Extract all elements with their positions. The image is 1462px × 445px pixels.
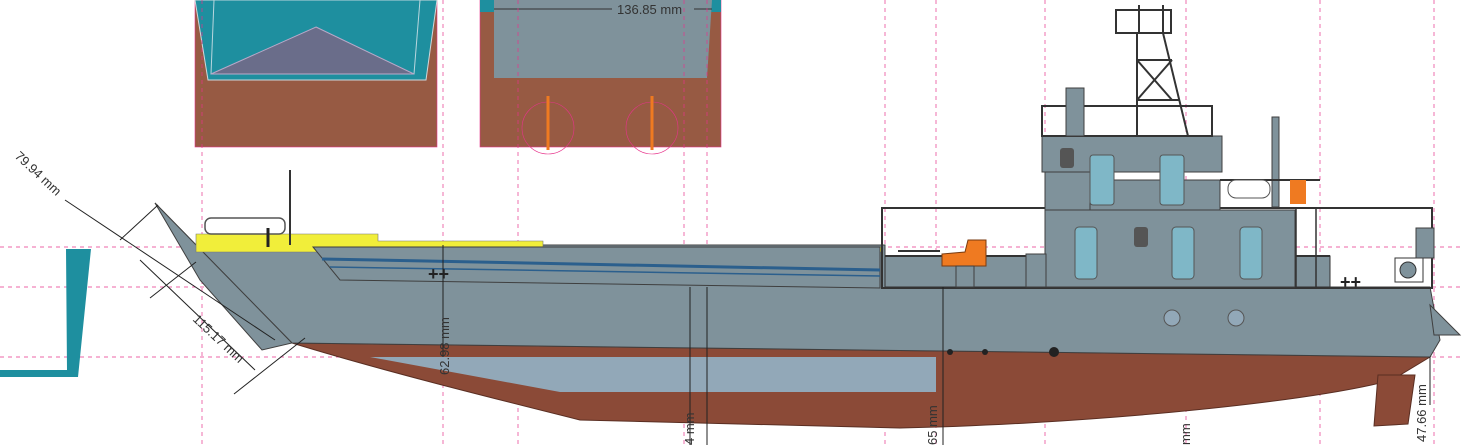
orange-locker — [1290, 180, 1306, 204]
stern-fitting — [1429, 303, 1462, 336]
top-width-dimension: 136.85 mm — [617, 2, 682, 17]
section-view-stern: 136.85 mm — [479, 0, 722, 155]
partial-dimension-b: 65 mm — [925, 405, 940, 445]
partial-dimension-c: mm — [1178, 423, 1193, 445]
section-view-bow — [194, 0, 438, 148]
stern-height-dimension: 47.66 mm — [1414, 384, 1429, 442]
mast — [1115, 5, 1189, 137]
partial-dimension-a: 4 mm — [682, 413, 697, 445]
windows-door-1 — [1089, 154, 1115, 206]
windows-door-4 — [1171, 226, 1195, 280]
bollard-mark: ++ — [1340, 272, 1361, 292]
porthole — [1227, 309, 1245, 327]
ramp-section — [0, 249, 91, 377]
crane-seat — [941, 239, 987, 267]
midship-height-dimension: 62.98 mm — [437, 317, 452, 375]
windows-door-5 — [1239, 226, 1263, 280]
superstructure — [881, 87, 1433, 289]
life-raft — [1227, 179, 1271, 199]
vessel-drawing: 136.85 mm ++ ++ 79.94 mm 115.17 mm 62.98… — [0, 0, 1462, 445]
windows-door-3 — [1074, 226, 1098, 280]
windows-door-2 — [1159, 154, 1185, 206]
funnel — [1065, 87, 1085, 137]
bow-railing — [204, 217, 286, 235]
porthole — [1163, 309, 1181, 327]
bow-diagonal-dimension: 79.94 mm — [12, 148, 65, 198]
bollard-mark: ++ — [428, 264, 449, 284]
rudder — [1373, 374, 1416, 427]
